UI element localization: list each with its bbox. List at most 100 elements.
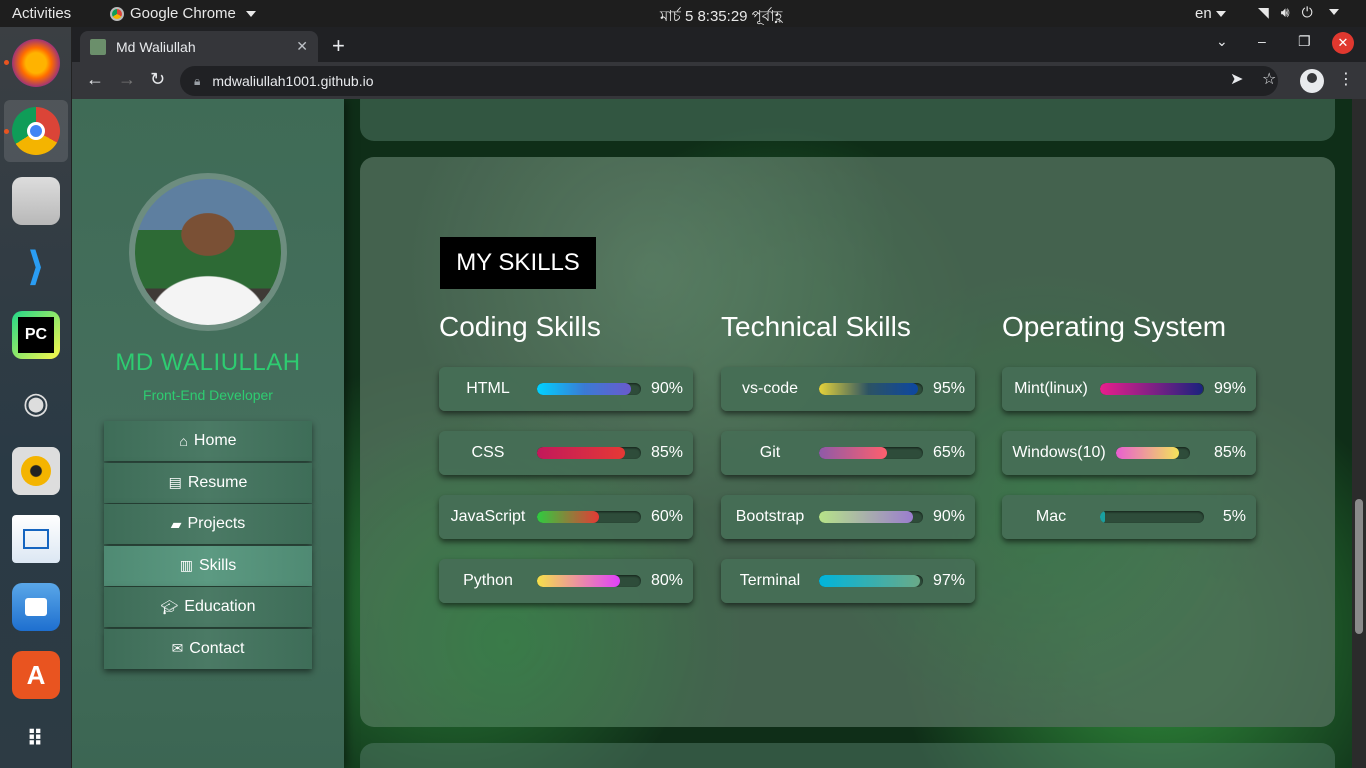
- show-apps-icon[interactable]: ⠿: [12, 715, 60, 763]
- skill-name: vs-code: [741, 380, 799, 397]
- skill-progress-fill: [1100, 383, 1203, 395]
- send-icon[interactable]: ➤: [1230, 69, 1243, 89]
- browser-tab[interactable]: Md Waliullah ✕: [80, 31, 318, 62]
- power-icon: ⏻: [1301, 4, 1313, 20]
- restore-icon[interactable]: ❐: [1298, 33, 1311, 50]
- skill-name: Windows(10): [1012, 444, 1106, 461]
- files-icon[interactable]: [12, 177, 60, 225]
- nav-label: Education: [184, 598, 256, 616]
- skill-percent: 90%: [932, 508, 965, 525]
- writer-icon[interactable]: [12, 515, 60, 563]
- skill-name: Mint(linux): [1014, 380, 1088, 397]
- skill-progress-bar: [537, 447, 641, 459]
- skill-item: Mint(linux) 99%: [1002, 367, 1256, 411]
- skill-percent: 85%: [1213, 444, 1246, 461]
- skill-name: Python: [463, 572, 513, 589]
- profile-name: MD WALIULLAH: [115, 349, 301, 376]
- skill-name: JavaScript: [450, 508, 526, 525]
- skill-percent: 99%: [1213, 380, 1246, 397]
- back-icon[interactable]: ←: [86, 69, 104, 90]
- skill-progress-fill: [537, 383, 631, 395]
- skill-name: Mac: [1035, 508, 1067, 525]
- system-menu[interactable]: ◥ 🔊︎ ⏻: [1258, 4, 1339, 21]
- skill-item: Mac 5%: [1002, 495, 1256, 539]
- page-scrollbar[interactable]: [1352, 99, 1366, 768]
- skill-progress-fill: [819, 447, 887, 459]
- skill-item: Bootstrap 90%: [721, 495, 975, 539]
- rhythmbox-icon[interactable]: [12, 447, 60, 495]
- skill-name: Bootstrap: [735, 508, 805, 525]
- profile-photo: [129, 173, 287, 331]
- skill-item: HTML 90%: [439, 367, 693, 411]
- skill-item: Git 65%: [721, 431, 975, 475]
- skill-progress-bar: [819, 575, 923, 587]
- skill-name: CSS: [471, 444, 505, 461]
- close-tab-icon[interactable]: ✕: [296, 38, 308, 55]
- nav-label: Resume: [187, 473, 248, 491]
- language-indicator[interactable]: en: [1195, 5, 1226, 22]
- app-menu-label: Google Chrome: [130, 5, 236, 22]
- tab-search-icon[interactable]: ⌄: [1216, 33, 1228, 50]
- bookmark-star-icon[interactable]: ☆: [1262, 69, 1276, 89]
- forward-icon[interactable]: →: [118, 69, 136, 90]
- chevron-down-icon: [245, 10, 256, 17]
- nav-home[interactable]: ⌂ Home: [104, 421, 312, 461]
- address-bar[interactable]: 🔒︎ mdwaliullah1001.github.io: [180, 66, 1278, 96]
- skill-progress-fill: [819, 511, 913, 523]
- profile-avatar-icon[interactable]: [1300, 69, 1324, 93]
- previous-section-card: [360, 99, 1335, 141]
- software-center-icon[interactable]: [12, 583, 60, 631]
- url-text: mdwaliullah1001.github.io: [212, 73, 374, 89]
- skill-progress-bar: [819, 511, 923, 523]
- chrome-icon[interactable]: [12, 107, 60, 155]
- document-icon: ▤: [168, 474, 182, 491]
- firefox-icon[interactable]: [12, 39, 60, 87]
- system-top-bar: Activities Google Chrome মার্চ 5 8:35:29…: [0, 0, 1366, 27]
- reload-icon[interactable]: ↻: [150, 69, 165, 90]
- sidebar-nav: ⌂ Home ▤ Resume ▰ Projects ▥ Skills 🎓︎ Educat…: [104, 421, 312, 671]
- skill-percent: 90%: [650, 380, 683, 397]
- skill-item: vs-code 95%: [721, 367, 975, 411]
- skill-progress-fill: [819, 383, 918, 395]
- nav-projects[interactable]: ▰ Projects: [104, 504, 312, 545]
- new-tab-button[interactable]: +: [332, 33, 345, 59]
- language-label: en: [1195, 5, 1212, 22]
- skill-progress-bar: [1116, 447, 1190, 459]
- app-menu[interactable]: Google Chrome: [110, 5, 256, 22]
- envelope-icon: ✉: [171, 640, 184, 657]
- skill-progress-fill: [537, 575, 621, 587]
- minimize-icon[interactable]: –: [1258, 33, 1266, 49]
- skill-percent: 80%: [650, 572, 683, 589]
- browser-tab-strip: Md Waliullah ✕ + ⌄ – ❐ ✕: [72, 27, 1366, 62]
- skill-name: Terminal: [739, 572, 801, 589]
- vscode-icon[interactable]: ⟩: [12, 243, 60, 291]
- sidebar: MD WALIULLAH Front-End Developer ⌂ Home ▤…: [72, 99, 344, 768]
- chrome-icon: [110, 6, 124, 21]
- skill-progress-bar: [819, 447, 923, 459]
- close-window-icon[interactable]: ✕: [1332, 32, 1354, 54]
- activities-button[interactable]: Activities: [12, 5, 71, 22]
- nav-resume[interactable]: ▤ Resume: [104, 462, 312, 503]
- next-section-card: [360, 743, 1335, 768]
- nav-skills[interactable]: ▥ Skills: [104, 545, 312, 586]
- pycharm-icon[interactable]: PC: [12, 311, 60, 359]
- nav-education[interactable]: 🎓︎ Education: [104, 587, 312, 628]
- skill-item: Windows(10) 85%: [1002, 431, 1256, 475]
- volume-icon: 🔊︎: [1280, 4, 1290, 20]
- chevron-down-icon: [1215, 11, 1226, 18]
- scrollbar-thumb[interactable]: [1355, 499, 1363, 634]
- skill-name: HTML: [466, 380, 510, 397]
- ubuntu-software-icon[interactable]: A: [12, 651, 60, 699]
- browser-toolbar: ← → ↻ 🔒︎ mdwaliullah1001.github.io ➤ ☆ ⋮: [72, 62, 1366, 99]
- profile-role: Front-End Developer: [143, 387, 273, 403]
- nav-contact[interactable]: ✉ Contact: [104, 628, 312, 669]
- running-indicator: [4, 129, 9, 134]
- skill-progress-bar: [537, 575, 641, 587]
- skill-item: JavaScript 60%: [439, 495, 693, 539]
- skill-name: Git: [759, 444, 781, 461]
- menu-kebab-icon[interactable]: ⋮: [1338, 69, 1354, 89]
- gimp-icon[interactable]: ◉: [12, 379, 60, 427]
- skills-section: MY SKILLS Coding Skills HTML 90% CSS 85% Java…: [360, 157, 1335, 727]
- web-page: MY SKILLS Coding Skills HTML 90% CSS 85% Java…: [72, 99, 1352, 768]
- skill-percent: 97%: [932, 572, 965, 589]
